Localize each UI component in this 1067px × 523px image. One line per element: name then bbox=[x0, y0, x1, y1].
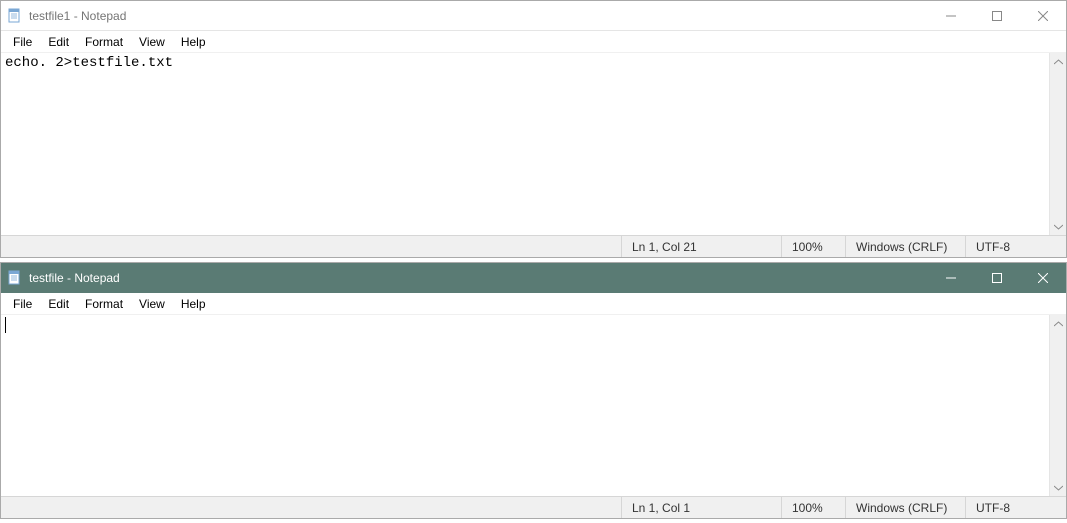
minimize-button[interactable] bbox=[928, 263, 974, 293]
notepad-window-2: testfile - Notepad File Edit Format View… bbox=[0, 262, 1067, 519]
scroll-down-icon[interactable] bbox=[1050, 479, 1066, 496]
maximize-button[interactable] bbox=[974, 1, 1020, 30]
vertical-scrollbar[interactable] bbox=[1049, 315, 1066, 496]
editor-area bbox=[1, 315, 1066, 496]
status-spacer bbox=[1, 236, 622, 257]
editor-area: echo. 2>testfile.txt bbox=[1, 53, 1066, 235]
notepad-icon bbox=[7, 8, 23, 24]
menu-help[interactable]: Help bbox=[173, 33, 214, 51]
menu-view[interactable]: View bbox=[131, 295, 173, 313]
window-controls bbox=[928, 263, 1066, 293]
menu-edit[interactable]: Edit bbox=[40, 33, 77, 51]
status-zoom: 100% bbox=[782, 497, 846, 518]
title-bar[interactable]: testfile - Notepad bbox=[1, 263, 1066, 293]
text-editor[interactable]: echo. 2>testfile.txt bbox=[1, 53, 1049, 235]
maximize-button[interactable] bbox=[974, 263, 1020, 293]
menu-file[interactable]: File bbox=[5, 33, 40, 51]
menu-edit[interactable]: Edit bbox=[40, 295, 77, 313]
notepad-window-1: testfile1 - Notepad File Edit Format Vie… bbox=[0, 0, 1067, 258]
menu-help[interactable]: Help bbox=[173, 295, 214, 313]
status-line-ending: Windows (CRLF) bbox=[846, 236, 966, 257]
menu-format[interactable]: Format bbox=[77, 33, 131, 51]
scroll-up-icon[interactable] bbox=[1050, 315, 1066, 332]
status-bar: Ln 1, Col 21 100% Windows (CRLF) UTF-8 bbox=[1, 235, 1066, 257]
close-button[interactable] bbox=[1020, 263, 1066, 293]
title-bar[interactable]: testfile1 - Notepad bbox=[1, 1, 1066, 31]
text-cursor bbox=[5, 317, 6, 333]
status-encoding: UTF-8 bbox=[966, 497, 1066, 518]
menu-file[interactable]: File bbox=[5, 295, 40, 313]
menu-bar: File Edit Format View Help bbox=[1, 31, 1066, 53]
text-editor[interactable] bbox=[1, 315, 1049, 496]
window-controls bbox=[928, 1, 1066, 30]
status-zoom: 100% bbox=[782, 236, 846, 257]
scroll-down-icon[interactable] bbox=[1050, 218, 1066, 235]
status-bar: Ln 1, Col 1 100% Windows (CRLF) UTF-8 bbox=[1, 496, 1066, 518]
scroll-up-icon[interactable] bbox=[1050, 53, 1066, 70]
status-cursor-position: Ln 1, Col 21 bbox=[622, 236, 782, 257]
status-cursor-position: Ln 1, Col 1 bbox=[622, 497, 782, 518]
window-title: testfile1 - Notepad bbox=[29, 9, 928, 23]
close-button[interactable] bbox=[1020, 1, 1066, 30]
menu-view[interactable]: View bbox=[131, 33, 173, 51]
menu-bar: File Edit Format View Help bbox=[1, 293, 1066, 315]
status-encoding: UTF-8 bbox=[966, 236, 1066, 257]
menu-format[interactable]: Format bbox=[77, 295, 131, 313]
minimize-button[interactable] bbox=[928, 1, 974, 30]
status-spacer bbox=[1, 497, 622, 518]
status-line-ending: Windows (CRLF) bbox=[846, 497, 966, 518]
vertical-scrollbar[interactable] bbox=[1049, 53, 1066, 235]
notepad-icon bbox=[7, 270, 23, 286]
window-title: testfile - Notepad bbox=[29, 271, 928, 285]
